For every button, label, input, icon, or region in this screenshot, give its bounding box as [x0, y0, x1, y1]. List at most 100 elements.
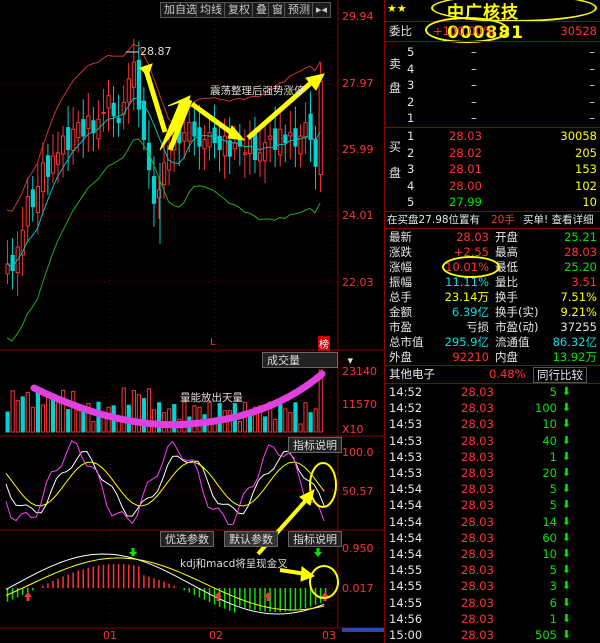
macd-help-button[interactable]: 指标说明: [288, 531, 342, 547]
sector-name[interactable]: 其他电子: [389, 366, 435, 382]
stat-label: 市盈: [389, 320, 412, 334]
buy-level-row[interactable]: 5 27.99 10: [385, 194, 600, 210]
candle-body: [187, 122, 192, 142]
buy-volume: 205: [575, 145, 597, 160]
candle-body: [71, 128, 76, 151]
candle-body: [192, 121, 197, 137]
volume-bar: [247, 414, 253, 433]
trade-volume: 40: [542, 433, 557, 448]
volume-bar: [273, 418, 278, 433]
down-arrow-icon: ⬇: [561, 417, 571, 431]
candle-body: [303, 122, 308, 139]
trade-price: 28.03: [461, 530, 494, 545]
stat-value: 13.92万: [552, 350, 597, 364]
buy-level-row[interactable]: 1 28.03 30058: [385, 128, 600, 144]
trade-time: 14:55: [389, 595, 423, 610]
trade-volume: 10: [542, 547, 557, 561]
menu-toggle-button[interactable]: ▸◂: [312, 2, 332, 18]
volume-bar: [141, 398, 147, 433]
trade-row: 14:53 28.03 20 ⬇: [385, 465, 600, 481]
trade-price: 28.03: [461, 628, 494, 642]
stat-value: 亏损: [466, 320, 489, 334]
price-annotation: 震荡整理后强势涨停: [210, 85, 305, 97]
down-arrow-icon: ⬇: [561, 482, 571, 496]
weibi-label: 委比: [389, 24, 412, 38]
stat-label: 换手(实): [495, 305, 539, 319]
volume-indicator-select[interactable]: 成交量 ▾: [262, 352, 353, 368]
trade-volume: 3: [549, 579, 557, 594]
trade-price: 28.03: [461, 514, 494, 529]
volume-bar: [66, 409, 71, 433]
candle-body: [40, 162, 46, 193]
forecast-button[interactable]: 预测: [284, 2, 314, 18]
level-number: 4: [407, 178, 415, 193]
chart-area[interactable]: 加自选 均线 复权 叠 窗 预测 ▸◂ 29.94 27.97 25.99 24…: [0, 0, 384, 643]
trade-volume: 5: [549, 385, 557, 399]
trade-price: 28.03: [461, 595, 494, 610]
trade-time: 15:00: [389, 628, 423, 642]
volume-bar: [293, 402, 298, 433]
stat-label: 开盘: [495, 230, 518, 244]
trade-row: 14:56 28.03 1 ⬇: [385, 611, 600, 627]
adjust-button[interactable]: 复权: [224, 2, 254, 18]
down-arrow-icon: ⬇: [561, 466, 571, 479]
trade-time: 14:54: [389, 530, 423, 545]
kdj-help-button[interactable]: 指标说明: [288, 437, 342, 453]
default-params-button[interactable]: 默认参数: [224, 531, 278, 547]
trade-time: 14:56: [389, 611, 423, 626]
price-axis-label: 29.94: [342, 10, 374, 23]
sell-level-row[interactable]: 2 – –: [385, 94, 600, 110]
candle-body: [207, 132, 212, 148]
trade-price: 28.03: [461, 563, 494, 578]
optimal-params-button[interactable]: 优选参数: [160, 531, 214, 547]
volume-bar: [263, 416, 268, 433]
stats-row: 外盘 92210 内盘 13.92万: [385, 349, 600, 365]
buy-level-row[interactable]: 3 28.01 153: [385, 161, 600, 177]
candle-body: [66, 127, 71, 150]
ma-lines-button[interactable]: 均线: [196, 2, 226, 18]
trade-row: 14:55 28.03 6 ⬇: [385, 595, 600, 611]
candle-body: [162, 162, 167, 185]
trade-volume: 14: [542, 514, 557, 529]
date-axis-label: 03: [322, 629, 336, 642]
volume-bar: [81, 410, 86, 433]
candle-body: [288, 132, 293, 137]
volume-bar: [283, 408, 288, 433]
stat-label: 总手: [389, 290, 412, 304]
weicha-value: 30528: [560, 24, 597, 38]
volume-bar: [131, 390, 136, 433]
candle-body: [151, 176, 157, 204]
candle-body: [101, 112, 106, 115]
down-arrow-icon: ⬇: [561, 514, 571, 528]
star-icon[interactable]: ★★: [387, 2, 407, 15]
add-watchlist-button[interactable]: 加自选: [160, 2, 201, 18]
sell-level-row[interactable]: 4 – –: [385, 61, 600, 77]
candle-body: [278, 128, 283, 156]
volume-bar: [76, 410, 81, 433]
candle-body: [86, 115, 91, 130]
trade-price: 28.03: [461, 385, 494, 399]
trade-row: 14:52 28.03 100 ⬇: [385, 400, 600, 416]
scrollbar[interactable]: [342, 628, 384, 632]
sell-level-row[interactable]: 3 – –: [385, 77, 600, 93]
buy-level-row[interactable]: 4 28.00 102: [385, 178, 600, 194]
volume-bar: [288, 412, 293, 433]
big-order-text: 在买盘27.98位置有: [387, 214, 481, 226]
stat-label: 最新: [389, 230, 412, 244]
trade-price: 28.03: [461, 449, 494, 464]
candle-body: [30, 189, 35, 208]
trade-time: 14:54: [389, 514, 423, 529]
stats-row: 总市值 295.9亿 流通值 86.32亿: [385, 334, 600, 350]
volume-bar: [91, 421, 96, 433]
sell-level-row[interactable]: 5 – –: [385, 44, 600, 60]
volume-bar: [10, 390, 15, 433]
stat-value: 6.39亿: [451, 305, 489, 319]
sell-level-row[interactable]: 1 – –: [385, 110, 600, 126]
compare-button[interactable]: 同行比较: [533, 367, 587, 383]
buy-level-row[interactable]: 2 28.02 205: [385, 145, 600, 161]
view-detail-link[interactable]: 买单! 查看详细: [523, 212, 594, 228]
rank-badge[interactable]: 榜: [318, 336, 330, 351]
big-order-lots: 20手: [491, 214, 515, 226]
trade-price: 28.03: [461, 401, 494, 416]
stat-value: 28.03: [564, 245, 597, 259]
